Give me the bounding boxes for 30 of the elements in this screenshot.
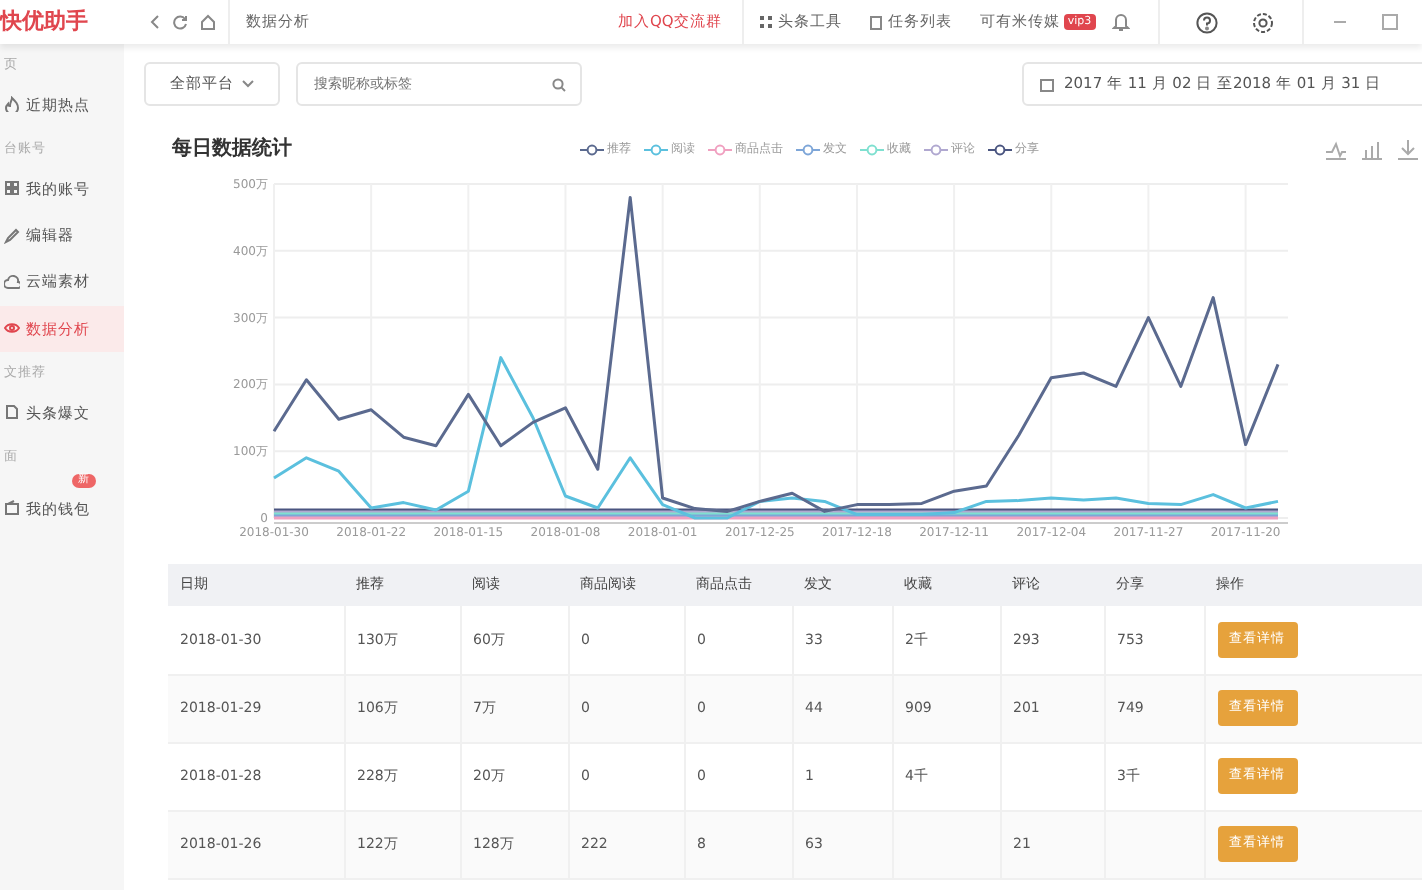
legend-marker-icon[interactable] <box>707 143 731 155</box>
home-icon[interactable] <box>200 14 216 30</box>
legend-marker-icon[interactable] <box>923 143 947 155</box>
document-icon <box>4 404 20 421</box>
settings-icon[interactable] <box>1251 11 1274 33</box>
legend-marker-icon[interactable] <box>987 143 1011 155</box>
calendar-icon <box>1040 77 1054 91</box>
help-icon[interactable] <box>1195 11 1218 33</box>
legend-marker-icon[interactable] <box>579 143 603 155</box>
bell-icon[interactable] <box>1111 12 1130 32</box>
chart-title: 每日数据统计 <box>172 135 292 164</box>
document-icon <box>869 15 882 29</box>
eye-icon <box>4 320 20 337</box>
bar-chart-icon[interactable] <box>1362 139 1382 159</box>
legend-marker-icon[interactable] <box>643 143 667 155</box>
download-icon[interactable] <box>1398 139 1418 159</box>
maximize-icon[interactable] <box>1381 14 1398 30</box>
pen-icon <box>4 227 20 244</box>
legend-marker-icon[interactable] <box>859 143 883 155</box>
back-icon[interactable] <box>148 14 160 30</box>
legend-marker-icon[interactable] <box>795 143 819 155</box>
line-chart-icon[interactable] <box>1326 139 1346 159</box>
grid-icon <box>759 16 772 28</box>
wallet-icon <box>4 500 20 517</box>
refresh-icon[interactable] <box>172 14 188 30</box>
flame-icon <box>4 96 20 113</box>
search-icon <box>552 78 566 92</box>
cloud-icon <box>4 273 20 290</box>
caret-icon <box>242 80 254 88</box>
grid-icon <box>4 180 20 197</box>
